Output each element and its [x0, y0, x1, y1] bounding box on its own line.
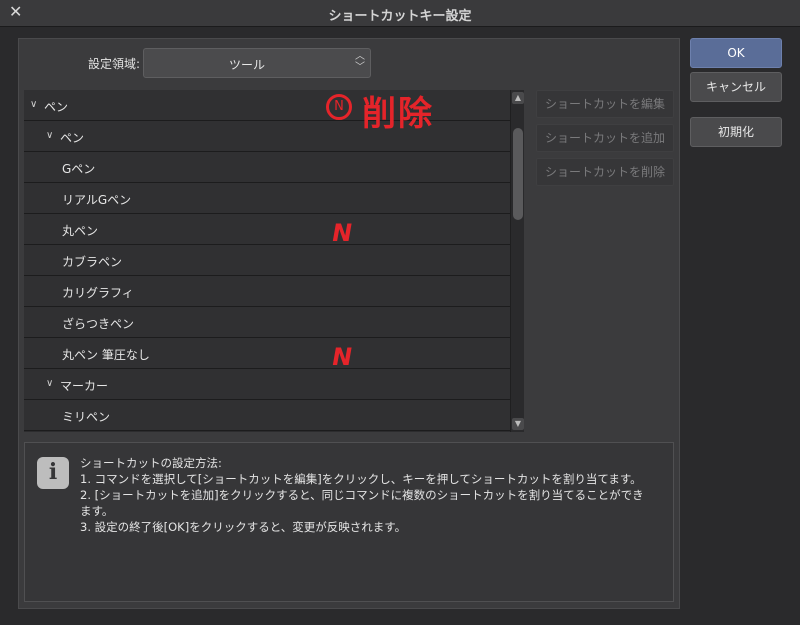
tree-row[interactable]: リアルGペン — [24, 183, 510, 214]
scroll-up-icon[interactable]: ▲ — [512, 92, 524, 104]
scroll-thumb[interactable] — [513, 128, 523, 220]
scroll-down-icon[interactable]: ▼ — [512, 418, 524, 430]
help-line: ます。 — [80, 504, 114, 518]
tree-row-label: ざらつきペン — [62, 317, 135, 331]
settings-area-label: 設定領域: — [88, 57, 141, 71]
ok-button[interactable]: OK — [690, 38, 782, 68]
help-line: 2. [ショートカットを追加]をクリックすると、同じコマンドに複数のショートカッ… — [80, 488, 644, 502]
tree-row[interactable]: Gペン — [24, 152, 510, 183]
tree-scrollbar[interactable]: ▲ ▼ — [510, 90, 524, 432]
tree-row[interactable]: ∨ ペン — [24, 121, 510, 152]
chevron-down-icon[interactable]: ∨ — [46, 379, 56, 389]
tree-row-label: 丸ペン — [62, 224, 99, 238]
annotation-circled-letter: N — [326, 94, 352, 120]
tree-row[interactable]: カブラペン — [24, 245, 510, 276]
tree-row-label: ペン — [44, 100, 69, 114]
help-line: 1. コマンドを選択して[ショートカットを編集]をクリックし、キーを押してショー… — [80, 472, 642, 486]
chevron-down-icon[interactable]: ∨ — [30, 100, 40, 110]
command-tree[interactable]: ∨ ペン ∨ ペン Gペン リアルGペン 丸ペン カブラペン カリグラフィ ざら… — [24, 90, 524, 432]
reset-button[interactable]: 初期化 — [690, 117, 782, 147]
tree-row[interactable]: 丸ペン — [24, 214, 510, 245]
tree-row[interactable]: ざらつきペン — [24, 307, 510, 338]
annotation-delete-note: 削除 — [362, 94, 434, 134]
help-box: i ショートカットの設定方法: 1. コマンドを選択して[ショートカットを編集]… — [24, 442, 674, 602]
settings-area-select[interactable]: ツール ︿ ﹀ — [143, 48, 371, 78]
help-line: ショートカットの設定方法: — [80, 456, 222, 470]
help-text: ショートカットの設定方法: 1. コマンドを選択して[ショートカットを編集]をク… — [80, 455, 665, 535]
delete-shortcut-button[interactable]: ショートカットを削除 — [536, 158, 674, 186]
tree-row-label: Gペン — [62, 162, 96, 176]
tree-row-label: 丸ペン 筆圧なし — [62, 348, 150, 362]
cancel-button[interactable]: キャンセル — [690, 72, 782, 102]
info-icon: i — [37, 457, 69, 489]
tree-row[interactable]: ∨ マーカー — [24, 369, 510, 400]
tree-row[interactable]: ∨ ペン — [24, 90, 510, 121]
tree-row[interactable]: 丸ペン 筆圧なし — [24, 338, 510, 369]
window-title: ショートカットキー設定 — [328, 9, 472, 24]
tree-row-label: ペン — [60, 131, 85, 145]
tree-row-label: リアルGペン — [62, 193, 132, 207]
tree-row-label: カブラペン — [62, 255, 123, 269]
add-shortcut-button[interactable]: ショートカットを追加 — [536, 124, 674, 152]
tree-row-label: マーカー — [60, 379, 109, 393]
edit-shortcut-button[interactable]: ショートカットを編集 — [536, 90, 674, 118]
help-line: 3. 設定の終了後[OK]をクリックすると、変更が反映されます。 — [80, 520, 407, 534]
tree-row-label: カリグラフィ — [62, 286, 134, 300]
up-down-spin-icon: ︿ ﹀ — [355, 51, 365, 73]
settings-area-value: ツール — [228, 58, 265, 72]
tree-row[interactable]: ミリペン — [24, 400, 510, 431]
title-bar: ✕ ショートカットキー設定 — [0, 0, 800, 27]
tree-row-label: ミリペン — [62, 410, 111, 424]
chevron-down-icon[interactable]: ∨ — [46, 131, 56, 141]
tree-row[interactable]: カリグラフィ — [24, 276, 510, 307]
